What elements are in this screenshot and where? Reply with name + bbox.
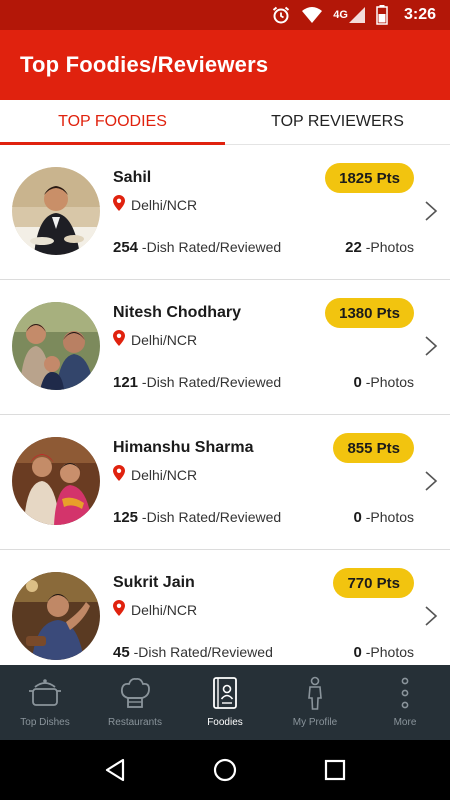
photos-stat: 0 -Photos [354, 509, 414, 526]
chef-hat-icon [119, 675, 151, 711]
dishes-count: 125 [113, 509, 139, 526]
dishes-stat: 121 -Dish Rated/Reviewed [113, 374, 281, 391]
foodie-name: Sahil [113, 169, 152, 186]
dishes-label: -Dish Rated/Reviewed [141, 239, 282, 255]
dishes-label: -Dish Rated/Reviewed [133, 644, 273, 660]
dishes-stat: 125 -Dish Rated/Reviewed [113, 509, 281, 526]
battery-icon [376, 5, 388, 25]
nav-label: Restaurants [108, 717, 162, 728]
foodie-name: Nitesh Chodhary [113, 304, 242, 321]
nav-label: More [393, 717, 417, 728]
avatar [12, 437, 100, 525]
bottom-nav: Top Dishes Restaurants Foodies My Profil… [0, 665, 450, 740]
location-pin-icon [113, 465, 125, 484]
dishes-count: 254 [113, 239, 139, 256]
dishes-stat: 45 -Dish Rated/Reviewed [113, 644, 273, 661]
avatar [12, 302, 100, 390]
chevron-right-icon[interactable] [424, 471, 438, 491]
chevron-right-icon[interactable] [424, 336, 438, 356]
tab-top-foodies[interactable]: TOP FOODIES [0, 100, 225, 145]
home-icon[interactable] [205, 750, 245, 790]
list-item[interactable]: Nitesh Chodhary Delhi/NCR 1380 Pts 121 -… [0, 280, 450, 415]
photos-label: -Photos [365, 644, 414, 660]
points-badge: 1825 Pts [325, 163, 414, 193]
dishes-stat: 254 -Dish Rated/Reviewed [113, 239, 281, 256]
person-icon [305, 675, 325, 711]
list-item[interactable]: Sahil Delhi/NCR 1825 Pts 254 -Dish Rated… [0, 145, 450, 280]
more-dots-icon [400, 675, 410, 711]
wifi-icon [301, 6, 323, 24]
dishes-label: -Dish Rated/Reviewed [141, 374, 282, 390]
photos-count: 0 [353, 509, 362, 526]
nav-label: Top Dishes [20, 717, 70, 728]
nav-more[interactable]: More [360, 665, 450, 740]
location: Delhi/NCR [113, 600, 197, 619]
chevron-right-icon[interactable] [424, 201, 438, 221]
signal-icon: 4G [333, 6, 366, 24]
photos-label: -Photos [365, 374, 414, 390]
dishes-label: -Dish Rated/Reviewed [141, 509, 282, 525]
list-item[interactable]: Himanshu Sharma Delhi/NCR 855 Pts 125 -D… [0, 415, 450, 550]
nav-label: My Profile [292, 717, 338, 728]
nav-restaurants[interactable]: Restaurants [90, 665, 180, 740]
dishes-count: 121 [113, 374, 139, 391]
photos-stat: 22 -Photos [345, 239, 414, 256]
network-type: 4G [333, 9, 348, 21]
pot-icon [27, 675, 63, 711]
dishes-count: 45 [113, 644, 130, 661]
location: Delhi/NCR [113, 465, 197, 484]
nav-label: Foodies [207, 717, 243, 728]
profile-book-icon [212, 675, 238, 711]
avatar [12, 572, 100, 660]
photos-label: -Photos [365, 239, 414, 255]
points-badge: 855 Pts [333, 433, 414, 463]
photos-label: -Photos [365, 509, 414, 525]
system-nav-bar [0, 740, 450, 800]
location-pin-icon [113, 330, 125, 349]
location-pin-icon [113, 195, 125, 214]
nav-my-profile[interactable]: My Profile [270, 665, 360, 740]
location: Delhi/NCR [113, 330, 197, 349]
points-badge: 770 Pts [333, 568, 414, 598]
chevron-right-icon[interactable] [424, 606, 438, 626]
alarm-icon [271, 5, 291, 25]
status-time: 3:26 [403, 6, 436, 23]
avatar [12, 167, 100, 255]
photos-stat: 0 -Photos [354, 374, 414, 391]
tab-top-reviewers[interactable]: TOP REVIEWERS [225, 100, 450, 144]
tab-bar: TOP FOODIES TOP REVIEWERS [0, 100, 450, 145]
photos-count: 22 [345, 239, 362, 256]
location: Delhi/NCR [113, 195, 197, 214]
location-label: Delhi/NCR [131, 466, 198, 483]
foodie-name: Sukrit Jain [113, 574, 195, 591]
nav-top-dishes[interactable]: Top Dishes [0, 665, 90, 740]
location-label: Delhi/NCR [131, 601, 198, 618]
app-screen: 4G 3:26 Top Foodies/Reviewers TOP FOODIE… [0, 0, 450, 800]
photos-count: 0 [353, 644, 362, 661]
foodies-list: Sahil Delhi/NCR 1825 Pts 254 -Dish Rated… [0, 145, 450, 665]
list-item[interactable]: Sukrit Jain Delhi/NCR 770 Pts 45 -Dish R… [0, 550, 450, 665]
location-pin-icon [113, 600, 125, 619]
recents-icon[interactable] [315, 750, 355, 790]
points-badge: 1380 Pts [325, 298, 414, 328]
location-label: Delhi/NCR [131, 331, 198, 348]
page-title: Top Foodies/Reviewers [20, 52, 269, 77]
photos-stat: 0 -Photos [354, 644, 414, 661]
app-bar: Top Foodies/Reviewers [0, 30, 450, 100]
foodie-name: Himanshu Sharma [113, 439, 254, 456]
location-label: Delhi/NCR [131, 196, 198, 213]
photos-count: 0 [353, 374, 362, 391]
nav-foodies[interactable]: Foodies [180, 665, 270, 740]
back-icon[interactable] [95, 750, 135, 790]
status-bar: 4G 3:26 [0, 0, 450, 30]
